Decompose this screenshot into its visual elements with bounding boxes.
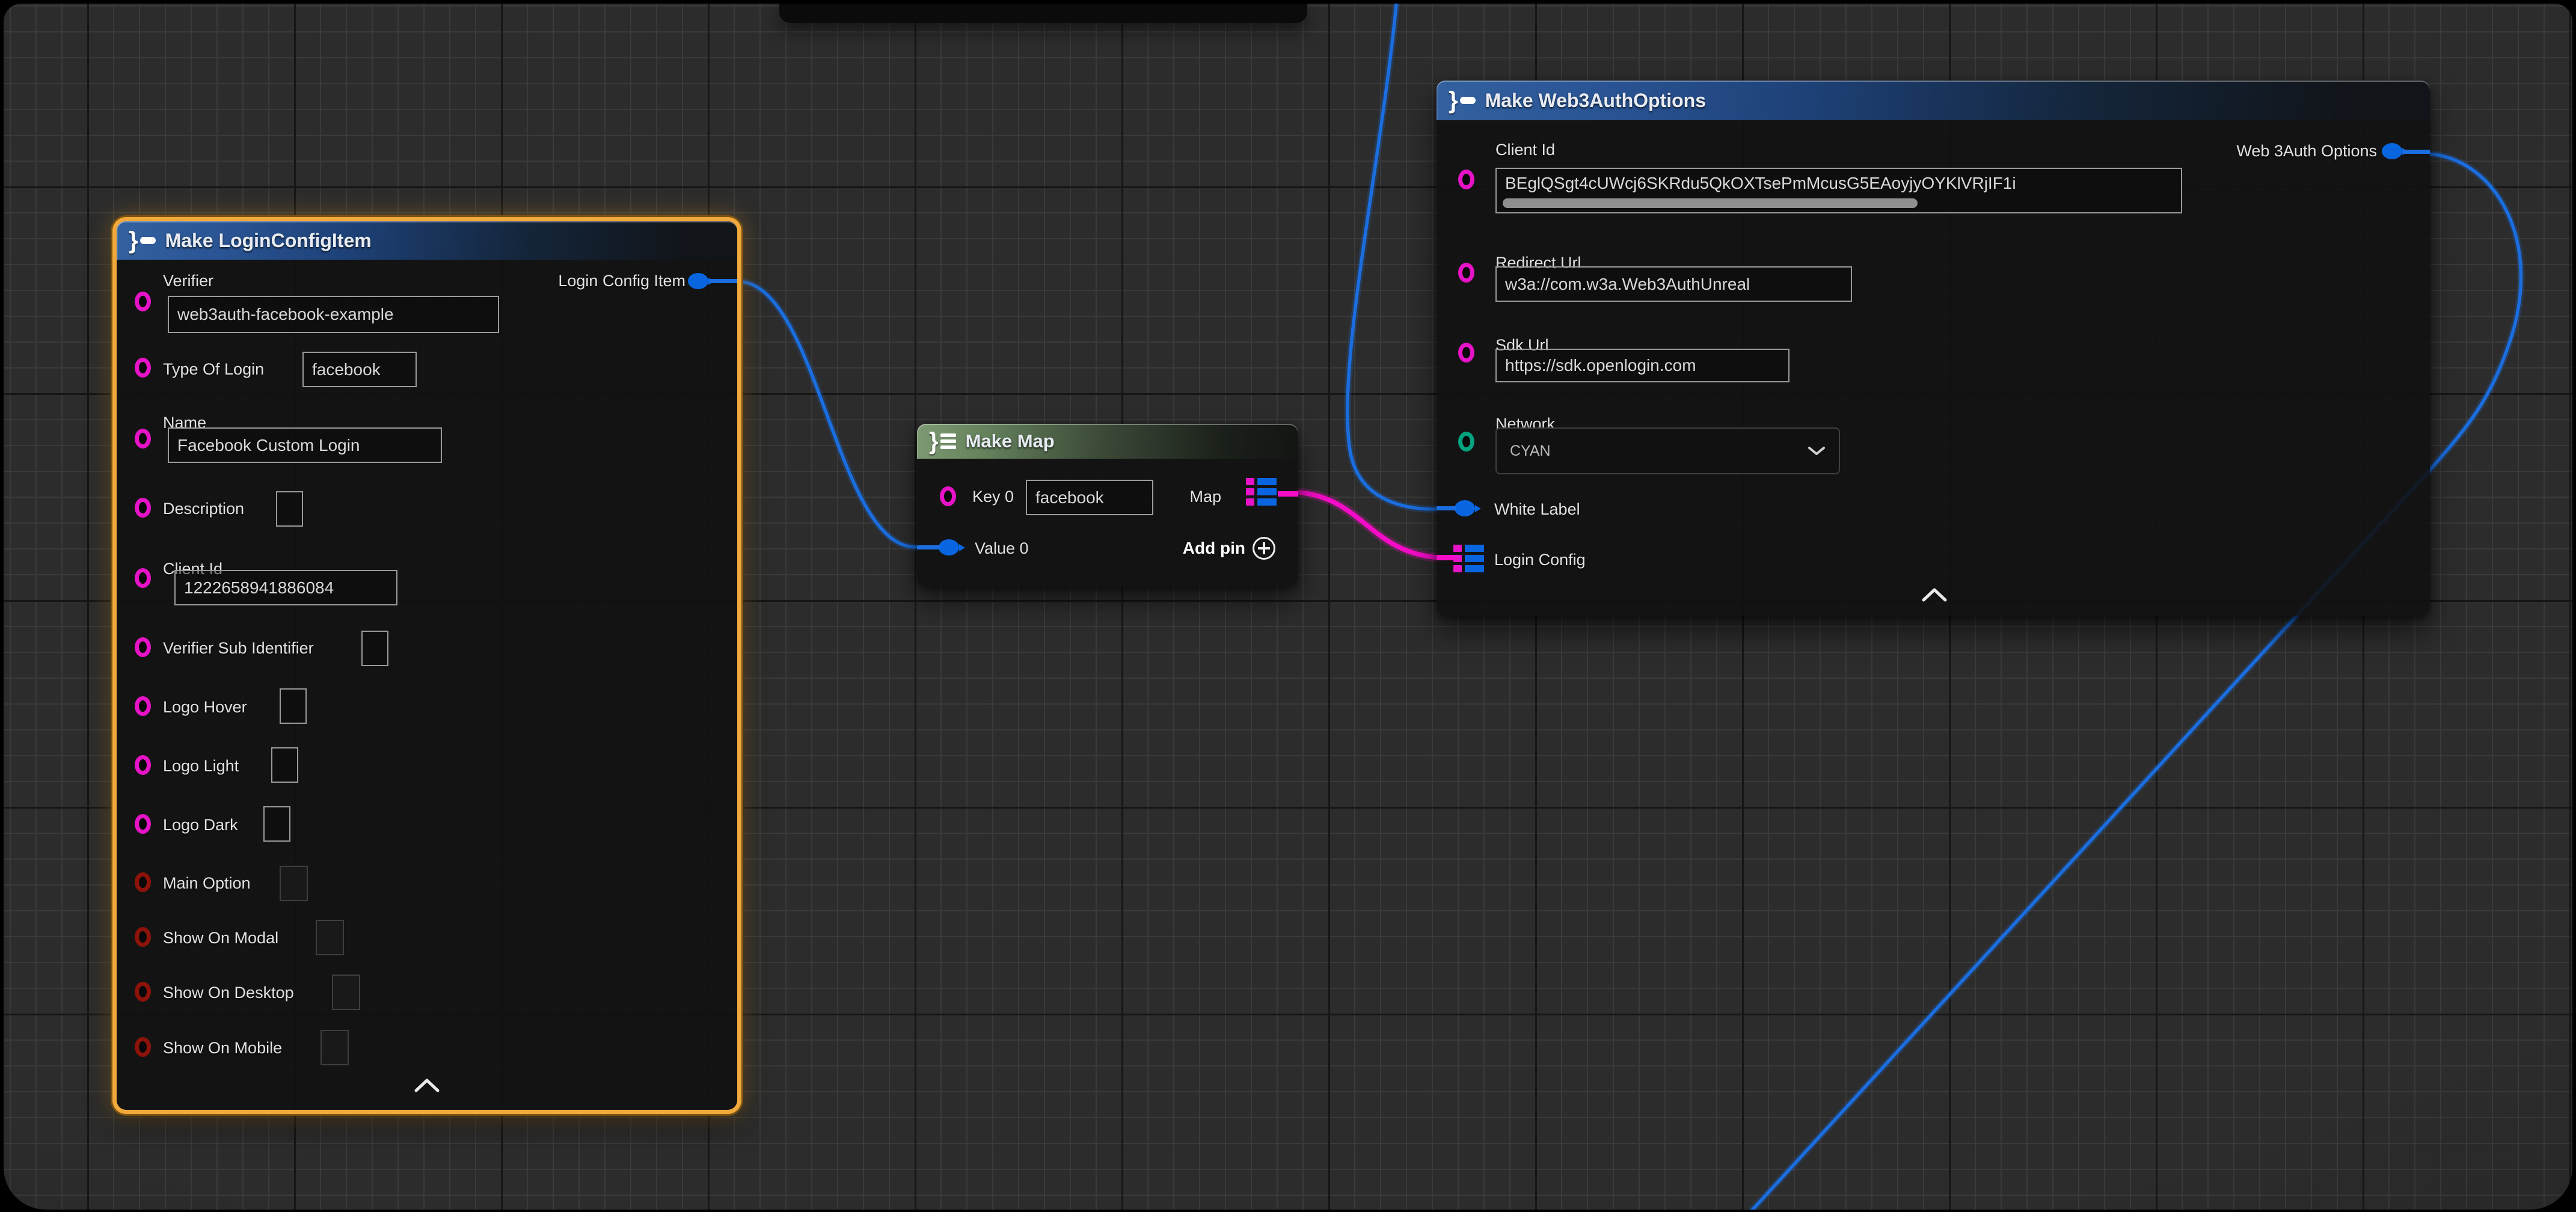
add-pin-label: Add pin xyxy=(1183,539,1245,558)
logo-light-input[interactable] xyxy=(271,747,298,783)
pin-login-config-item-output[interactable] xyxy=(688,273,708,289)
wire-loginconfigitem-to-value0[interactable] xyxy=(737,281,916,547)
type-of-login-input[interactable]: facebook xyxy=(302,352,417,387)
pin-white-label[interactable] xyxy=(1455,500,1475,516)
pin-logo-light-label: Logo Light xyxy=(163,757,239,776)
offscreen-node-bottom[interactable] xyxy=(779,4,1307,23)
pin-description-label: Description xyxy=(163,500,244,518)
pin-show-on-mobile-label: Show On Mobile xyxy=(163,1039,282,1057)
pin-type-of-login[interactable] xyxy=(135,358,151,378)
node-header[interactable]: } Make Web3AuthOptions xyxy=(1437,81,2430,120)
pin-logo-dark[interactable] xyxy=(135,814,151,834)
pin-verifier[interactable] xyxy=(135,292,151,311)
pin-login-config-label: Login Config xyxy=(1494,551,1586,569)
map-pin-icon[interactable] xyxy=(1246,478,1277,506)
wire-stub xyxy=(1437,506,1456,510)
node-header[interactable]: } Make Map xyxy=(917,424,1298,459)
make-struct-icon: } xyxy=(1449,88,1476,112)
map-pin-icon[interactable] xyxy=(1453,545,1484,572)
field-scrollbar[interactable] xyxy=(1503,198,1918,208)
sdk-url-input[interactable]: https://sdk.openlogin.com xyxy=(1495,349,1789,382)
collapse-chevron-icon[interactable] xyxy=(414,1077,440,1093)
blueprint-editor-frame: } Make LoginConfigItem Login Config Item… xyxy=(0,0,2576,1212)
description-input[interactable] xyxy=(276,491,303,527)
pin-client-id[interactable] xyxy=(135,568,151,588)
pin-verifier-sub-identifier[interactable] xyxy=(135,637,151,657)
pin-logo-hover-label: Logo Hover xyxy=(163,698,247,717)
main-option-checkbox[interactable] xyxy=(280,866,308,901)
pin-redirect-url[interactable] xyxy=(1458,263,1474,283)
client-id-value: BEglQSgt4cUWcj6SKRdu5QkOXTsePmMcusG5EAoy… xyxy=(1505,169,2016,198)
logo-hover-input[interactable] xyxy=(280,688,307,724)
network-dropdown[interactable]: CYAN xyxy=(1495,427,1840,474)
node-make-web3authoptions[interactable]: } Make Web3AuthOptions Web 3Auth Options… xyxy=(1437,81,2430,616)
wire-stub xyxy=(1278,491,1298,497)
node-make-loginconfigitem[interactable]: } Make LoginConfigItem Login Config Item… xyxy=(117,221,737,1110)
wire-map-to-loginconfig[interactable] xyxy=(1298,492,1435,557)
pin-sdk-url[interactable] xyxy=(1458,343,1474,363)
pin-client-id[interactable] xyxy=(1458,170,1474,189)
node-make-map[interactable]: } Make Map Key 0 facebook Map Value 0 Ad… xyxy=(917,424,1298,587)
make-struct-icon: } xyxy=(129,228,156,252)
pin-key-0-label: Key 0 xyxy=(972,488,1014,506)
output-pin-label: Web 3Auth Options xyxy=(2236,142,2377,161)
client-id-input[interactable]: BEglQSgt4cUWcj6SKRdu5QkOXTsePmMcusG5EAoy… xyxy=(1495,168,2182,213)
wire-stub xyxy=(2403,150,2430,154)
pin-type-of-login-label: Type Of Login xyxy=(163,360,264,379)
name-input[interactable]: Facebook Custom Login xyxy=(168,427,442,463)
node-title: Make Web3AuthOptions xyxy=(1485,90,1706,112)
pin-network[interactable] xyxy=(1458,432,1474,451)
key-0-input[interactable]: facebook xyxy=(1026,480,1153,515)
pin-value-0-label: Value 0 xyxy=(975,539,1029,558)
pin-client-id-label: Client Id xyxy=(1495,141,1555,159)
network-dropdown-value: CYAN xyxy=(1510,442,1551,460)
pin-white-label-label: White Label xyxy=(1494,500,1580,519)
pin-key-0[interactable] xyxy=(940,486,956,506)
pin-logo-light[interactable] xyxy=(135,755,151,775)
pin-show-on-mobile[interactable] xyxy=(135,1037,151,1057)
verifier-sub-identifier-input[interactable] xyxy=(361,631,388,666)
wire-stub xyxy=(917,545,940,549)
pin-value-0[interactable] xyxy=(939,539,959,556)
output-pin-label: Login Config Item xyxy=(558,272,685,290)
pin-show-on-modal-label: Show On Modal xyxy=(163,929,278,947)
chevron-down-icon xyxy=(1808,445,1826,456)
pin-description[interactable] xyxy=(135,498,151,518)
client-id-input[interactable]: 1222658941886084 xyxy=(174,570,397,605)
pin-show-on-modal[interactable] xyxy=(135,927,151,947)
pin-show-on-desktop[interactable] xyxy=(135,982,151,1002)
pin-verifier-label: Verifier xyxy=(163,272,213,290)
pin-show-on-desktop-label: Show On Desktop xyxy=(163,984,294,1002)
node-title: Make Map xyxy=(966,430,1055,452)
wire-stub xyxy=(710,279,737,283)
wire-top-to-whitelabel[interactable] xyxy=(1348,4,1435,509)
pin-logo-dark-label: Logo Dark xyxy=(163,816,238,834)
make-map-icon: } xyxy=(929,429,956,453)
collapse-chevron-icon[interactable] xyxy=(1921,587,1948,602)
redirect-url-input[interactable]: w3a://com.w3a.Web3AuthUnreal xyxy=(1495,266,1852,302)
add-pin-plus-icon xyxy=(1253,537,1275,560)
pin-logo-hover[interactable] xyxy=(135,696,151,716)
node-header[interactable]: } Make LoginConfigItem xyxy=(117,221,737,260)
show-on-modal-checkbox[interactable] xyxy=(316,920,344,955)
pin-main-option-label: Main Option xyxy=(163,874,251,893)
logo-dark-input[interactable] xyxy=(263,806,290,842)
node-title: Make LoginConfigItem xyxy=(165,230,372,252)
pin-map-output-label: Map xyxy=(1189,488,1221,506)
graph-canvas[interactable]: } Make LoginConfigItem Login Config Item… xyxy=(4,4,2572,1210)
verifier-input[interactable]: web3auth-facebook-example xyxy=(168,296,499,333)
pin-web3auth-options-output[interactable] xyxy=(2382,143,2402,159)
pin-name[interactable] xyxy=(135,429,151,448)
show-on-desktop-checkbox[interactable] xyxy=(332,975,360,1010)
pin-verifier-sub-identifier-label: Verifier Sub Identifier xyxy=(163,639,314,658)
show-on-mobile-checkbox[interactable] xyxy=(320,1030,349,1065)
add-pin-button[interactable]: Add pin xyxy=(1183,537,1275,560)
wire-stub xyxy=(1437,555,1455,560)
pin-main-option[interactable] xyxy=(135,872,151,892)
